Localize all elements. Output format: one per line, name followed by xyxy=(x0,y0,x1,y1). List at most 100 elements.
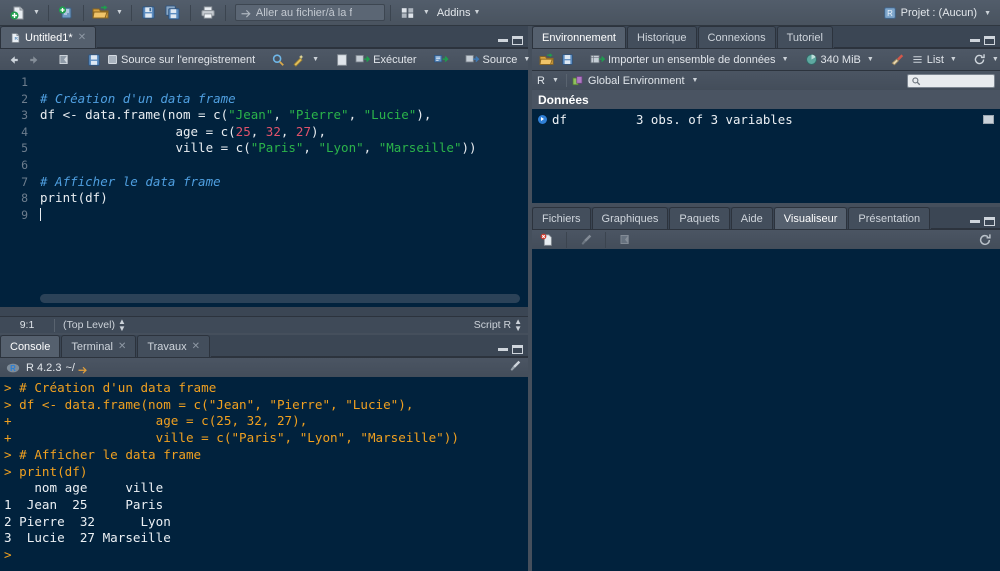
new-file-dropdown-caret[interactable]: ▼ xyxy=(30,9,43,16)
tab-aide[interactable]: Aide xyxy=(731,207,773,229)
open-file-button[interactable] xyxy=(89,3,113,23)
code-line[interactable]: age = c(25, 32, 27), xyxy=(40,124,528,141)
source-on-save-checkbox[interactable]: Source sur l'enregistrement xyxy=(104,51,258,69)
minimize-icon[interactable] xyxy=(970,220,980,223)
close-icon[interactable]: ✕ xyxy=(118,341,126,352)
tab-terminal[interactable]: Terminal✕ xyxy=(61,335,136,357)
code-line[interactable]: # Afficher le data frame xyxy=(40,174,528,191)
svg-text:R: R xyxy=(10,364,16,373)
view-mode-dropdown-caret[interactable]: ▼ xyxy=(947,56,960,63)
panes-dropdown-caret[interactable]: ▼ xyxy=(420,9,433,16)
import-dataset-button[interactable]: Importer un ensemble de données xyxy=(587,51,779,69)
tab-pr-sentation[interactable]: Présentation xyxy=(848,207,930,229)
environment-search-input[interactable] xyxy=(907,74,995,88)
panes-layout-icon[interactable] xyxy=(396,3,420,23)
chevron-updown-icon[interactable]: ▲▼ xyxy=(118,318,126,332)
maximize-icon[interactable] xyxy=(512,345,523,354)
save-workspace-icon[interactable] xyxy=(558,51,577,69)
save-all-button[interactable] xyxy=(161,3,185,23)
run-button[interactable]: Exécuter xyxy=(352,51,419,69)
clear-viewer-icon[interactable] xyxy=(537,231,557,249)
open-file-dropdown-caret[interactable]: ▼ xyxy=(113,9,126,16)
addins-label[interactable]: Addins xyxy=(437,7,471,19)
code-tools-dropdown-caret[interactable]: ▼ xyxy=(309,56,322,63)
chevron-updown-icon[interactable]: ▲▼ xyxy=(514,318,522,332)
compile-report-icon[interactable] xyxy=(332,51,352,69)
code-line[interactable]: # Création d'un data frame xyxy=(40,91,528,108)
refresh-icon[interactable] xyxy=(970,51,989,69)
memory-usage-button[interactable]: 340 MiB xyxy=(802,51,864,69)
close-icon[interactable]: ✕ xyxy=(78,32,86,43)
working-directory-label[interactable]: ~/ xyxy=(65,362,74,374)
source-save-button[interactable] xyxy=(84,51,104,69)
forward-arrow-icon[interactable] xyxy=(24,51,44,69)
print-button[interactable] xyxy=(196,3,220,23)
code-line[interactable] xyxy=(40,207,528,224)
viewer-content[interactable] xyxy=(532,249,1000,571)
new-file-button[interactable] xyxy=(6,3,30,23)
save-button[interactable] xyxy=(137,3,161,23)
project-dropdown-caret[interactable]: ▼ xyxy=(981,10,994,17)
clear-console-icon[interactable] xyxy=(508,359,522,376)
search-icon[interactable] xyxy=(268,51,288,69)
minimize-icon[interactable] xyxy=(498,348,508,351)
show-in-new-window-icon[interactable] xyxy=(54,51,74,69)
back-arrow-icon[interactable] xyxy=(4,51,24,69)
project-selector[interactable]: R Projet : (Aucun) ▼ xyxy=(883,0,994,26)
environment-dropdown-caret[interactable]: ▼ xyxy=(689,77,702,84)
tab-tutoriel[interactable]: Tutoriel xyxy=(777,26,833,48)
language-dropdown-caret[interactable]: ▼ xyxy=(549,77,562,84)
scope-selector[interactable]: (Top Level) ▲▼ xyxy=(55,318,126,332)
code-line[interactable]: print(df) xyxy=(40,190,528,207)
code-tools-icon[interactable] xyxy=(288,51,309,69)
tab-environnement[interactable]: Environnement xyxy=(532,26,626,48)
code-line[interactable] xyxy=(40,157,528,174)
language-selector[interactable]: R xyxy=(537,75,545,87)
environment-row[interactable]: df3 obs. of 3 variables xyxy=(532,109,1000,129)
minimize-icon[interactable] xyxy=(498,39,508,42)
tab-fichiers[interactable]: Fichiers xyxy=(532,207,591,229)
environment-variable-name: df xyxy=(552,112,636,127)
goto-file-input[interactable]: Aller au fichier/à la f xyxy=(235,4,385,21)
clear-environment-icon[interactable] xyxy=(887,51,908,69)
code-line[interactable]: ville = c("Paris", "Lyon", "Marseille")) xyxy=(40,140,528,157)
tab-graphiques[interactable]: Graphiques xyxy=(592,207,669,229)
new-project-button[interactable] xyxy=(54,3,78,23)
open-wd-icon[interactable] xyxy=(77,362,89,374)
close-icon[interactable]: ✕ xyxy=(192,341,200,352)
expand-icon[interactable] xyxy=(538,115,547,124)
maximize-icon[interactable] xyxy=(984,217,995,226)
popout-icon[interactable] xyxy=(615,231,635,249)
tab-historique[interactable]: Historique xyxy=(627,26,697,48)
editor-code[interactable]: # Création d'un data framedf <- data.fra… xyxy=(40,74,528,223)
console-output[interactable]: > # Création d'un data frame> df <- data… xyxy=(0,377,528,571)
import-dropdown-caret[interactable]: ▼ xyxy=(779,56,792,63)
source-button[interactable]: Source xyxy=(462,51,521,69)
open-workspace-icon[interactable] xyxy=(536,51,558,69)
tab-paquets[interactable]: Paquets xyxy=(669,207,729,229)
minimize-icon[interactable] xyxy=(970,39,980,42)
memory-dropdown-caret[interactable]: ▼ xyxy=(864,56,877,63)
code-line[interactable] xyxy=(40,74,528,91)
refresh-dropdown-caret[interactable]: ▼ xyxy=(989,56,1000,63)
tab-visualiseur[interactable]: Visualiseur xyxy=(774,207,848,229)
doc-type-selector[interactable]: Script R ▲▼ xyxy=(474,318,528,332)
console-command-line: > print(df) xyxy=(4,464,528,481)
rerun-icon[interactable] xyxy=(430,51,452,69)
maximize-icon[interactable] xyxy=(512,36,523,45)
editor-horizontal-scrollbar[interactable] xyxy=(40,294,520,303)
code-editor[interactable]: 123456789 # Création d'un data framedf <… xyxy=(0,70,528,307)
view-mode-button[interactable]: List xyxy=(908,51,947,69)
view-table-icon[interactable] xyxy=(983,115,994,124)
maximize-icon[interactable] xyxy=(984,36,995,45)
tab-connexions[interactable]: Connexions xyxy=(698,26,776,48)
global-environment-label[interactable]: Global Environment xyxy=(588,75,685,87)
tab-travaux[interactable]: Travaux✕ xyxy=(137,335,210,357)
broom-icon[interactable] xyxy=(576,231,596,249)
main-toolbar: ▼ ▼ xyxy=(0,0,1000,26)
addins-dropdown-caret[interactable]: ▼ xyxy=(470,9,483,16)
viewer-refresh-icon[interactable] xyxy=(975,231,995,249)
tab-console[interactable]: Console xyxy=(0,335,60,357)
code-line[interactable]: df <- data.frame(nom = c("Jean", "Pierre… xyxy=(40,107,528,124)
source-tab-untitled1[interactable]: R Untitled1* ✕ xyxy=(0,26,96,48)
